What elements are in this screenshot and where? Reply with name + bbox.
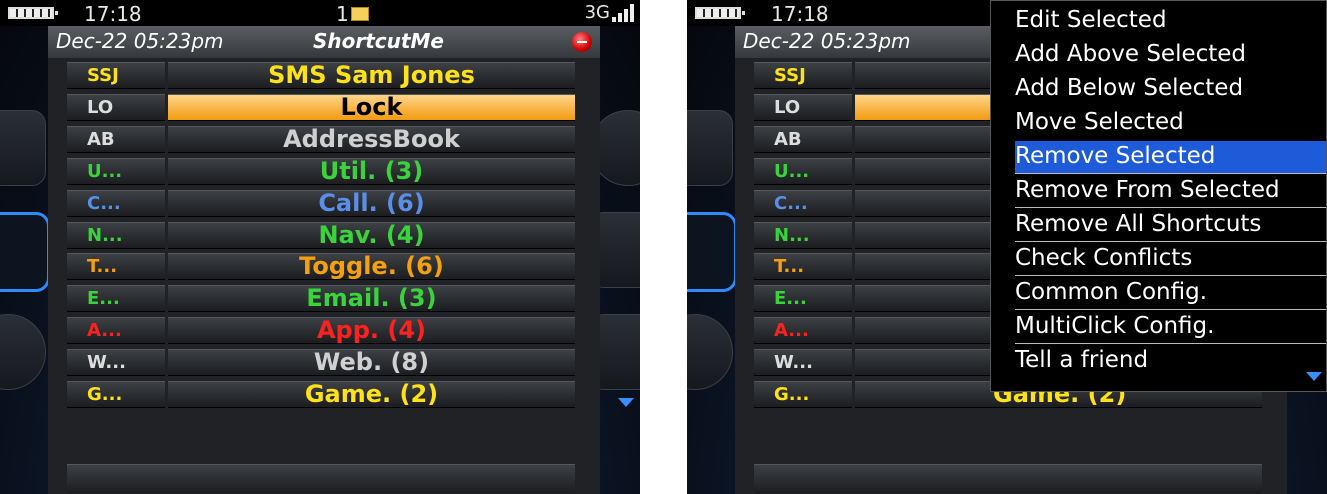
menu-scroll-down-icon[interactable] [1306,372,1322,381]
menu-item[interactable]: Remove From Selected [1015,175,1326,207]
shortcut-key: LO [67,93,165,121]
menu-item[interactable]: Remove Selected [1015,141,1326,173]
shortcut-label: Web. (8) [168,349,575,377]
shortcut-label: Util. (3) [168,157,575,185]
shortcut-label: Lock [168,93,575,121]
shortcut-label: Email. (3) [168,285,575,313]
menu-separator [1015,173,1326,174]
list-footer [67,464,575,493]
menu-separator [1015,207,1326,208]
notification-count: 1 [336,2,349,26]
status-bar: 17:18 1 3G [0,0,640,26]
shortcut-key: N... [754,221,852,249]
menu-item[interactable]: Add Above Selected [1015,39,1326,71]
battery-icon [695,7,745,19]
shortcut-key: SSJ [67,62,165,89]
shortcut-key: U... [67,157,165,185]
shortcut-key: LO [754,93,852,121]
list-footer [754,464,1262,493]
menu-separator [1015,241,1326,242]
header-date: Dec-22 05:23pm [743,29,911,53]
menu-item[interactable]: Tell a friend [1015,345,1326,377]
shortcut-key: E... [754,285,852,313]
shortcut-label: SMS Sam Jones [168,62,575,89]
menu-item[interactable]: Common Config. [1015,277,1326,309]
shortcut-key: W... [754,349,852,377]
shortcut-key: A... [67,317,165,345]
shortcut-key: A... [754,317,852,345]
shortcut-key: N... [67,221,165,249]
home-icon-messages[interactable] [0,110,46,186]
shortcut-key: C... [67,189,165,217]
menu-separator [1015,343,1326,344]
menu-item[interactable]: Remove All Shortcuts [1015,209,1326,241]
shortcut-label: Game. (2) [168,381,575,408]
shortcut-label: Call. (6) [168,189,575,217]
menu-item[interactable]: MultiClick Config. [1015,311,1326,343]
menu-separator [1015,275,1326,276]
status-time: 17:18 [771,2,829,26]
menu-item[interactable]: Add Below Selected [1015,73,1326,105]
envelope-icon [350,7,369,21]
menu-separator [1015,309,1326,310]
context-menu: Tell a friend MultiClick Config. Common Co… [990,0,1327,392]
shortcut-key: AB [754,125,852,153]
shortcut-key: C... [754,189,852,217]
home-icon-calendar[interactable] [0,212,50,292]
shortcut-key: AB [67,125,165,153]
shortcut-key: W... [67,349,165,377]
menu-item[interactable]: Check Conflicts [1015,243,1326,275]
shortcut-label: AddressBook [168,125,575,153]
header-date: Dec-22 05:23pm [56,29,224,53]
signal-icon [612,4,634,22]
shortcut-key: G... [67,381,165,408]
network-label: 3G [584,2,610,23]
shortcutme-window: Dec-22 05:23pm ShortcutMe SSJ SMS Sam Jon… [48,26,600,494]
shortcut-key: SSJ [754,62,852,89]
shortcut-key: G... [754,381,852,408]
home-icon-blackberry[interactable] [687,314,733,390]
close-icon[interactable] [572,32,592,52]
shortcut-key: E... [67,285,165,313]
app-header: Dec-22 05:23pm ShortcutMe [48,26,600,58]
shortcut-label: App. (4) [168,317,575,345]
shortcut-key: T... [67,253,165,281]
shortcut-key: U... [754,157,852,185]
shortcut-key: T... [754,253,852,281]
left-screen: 17:18 1 3G Dec-22 05:23pm ShortcutMe SSJ… [0,0,640,494]
shortcut-label: Nav. (4) [168,221,575,249]
menu-item[interactable]: Move Selected [1015,107,1326,139]
app-title: ShortcutMe [313,29,444,53]
home-icon-calendar[interactable] [687,212,737,292]
home-icon-messages[interactable] [687,110,733,186]
status-time: 17:18 [84,2,142,26]
shortcut-label: Toggle. (6) [168,253,575,281]
notification-indicator[interactable]: 1 [336,2,369,26]
scroll-down-icon[interactable] [618,398,634,407]
right-screen: 17:18 Dec-22 05:23pm SSJSMSLOABAddU...C.… [687,0,1327,494]
home-icon-blackberry[interactable] [0,314,46,390]
menu-item[interactable]: Edit Selected [1015,5,1326,37]
battery-icon [8,7,58,19]
